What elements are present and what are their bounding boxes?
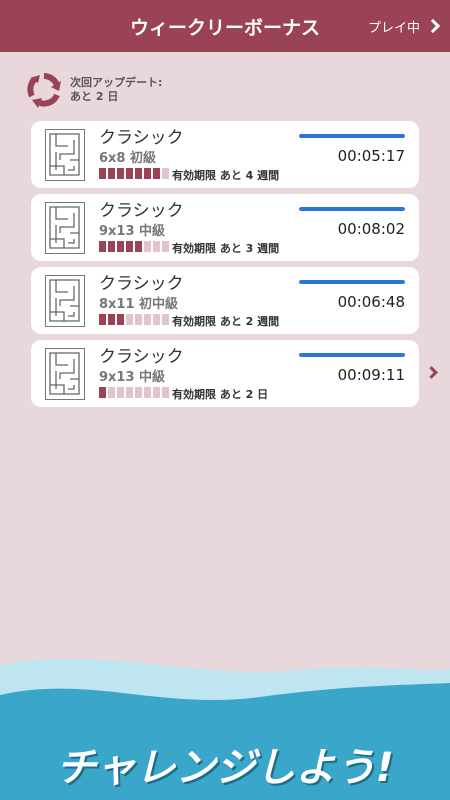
top-bar: ウィークリーボーナス プレイ中 <box>0 0 450 52</box>
expiry-label: 有効期限 あと 4 週間 <box>172 169 280 182</box>
expiry-meter-segment <box>144 314 151 325</box>
expiry-meter <box>99 168 169 179</box>
expiry-meter-segment <box>117 387 124 398</box>
expiry-meter-segment <box>126 168 133 179</box>
expiry-label: 有効期限 あと 2 日 <box>172 388 269 401</box>
elapsed-time: 00:06:48 <box>337 293 405 311</box>
page-title: ウィークリーボーナス <box>129 16 320 39</box>
maze-thumbnail-icon <box>45 275 85 327</box>
expiry-label: 有効期限 あと 2 週間 <box>172 315 280 328</box>
progress-bar <box>299 353 405 357</box>
elapsed-time: 00:09:11 <box>337 366 405 384</box>
expiry-meter-segment <box>135 168 142 179</box>
expiry-meter-segment <box>162 168 169 179</box>
puzzle-size-difficulty: 9x13 中級 <box>99 224 166 239</box>
expiry-meter-segment <box>126 387 133 398</box>
expiry-meter-segment <box>117 168 124 179</box>
expiry-meter-segment <box>99 241 106 252</box>
puzzle-size-difficulty: 9x13 中級 <box>99 370 166 385</box>
next-update-label: 次回アップデート: <box>70 76 163 89</box>
expiry-meter <box>99 241 169 252</box>
playing-label: プレイ中 <box>367 20 420 36</box>
progress-fill <box>299 134 405 138</box>
puzzle-size-difficulty: 6x8 初級 <box>99 151 157 166</box>
expiry-meter-segment <box>99 387 106 398</box>
expiry-meter-segment <box>135 314 142 325</box>
maze-thumbnail-icon <box>45 129 85 181</box>
puzzle-list: クラシック 6x8 初級有効期限 あと 4 週間 00:05:17 クラシック 9x13… <box>31 121 419 413</box>
expiry-meter-segment <box>108 241 115 252</box>
expiry-meter-segment <box>144 387 151 398</box>
expiry-meter-segment <box>108 387 115 398</box>
expiry-meter <box>99 314 169 325</box>
expiry-meter <box>99 387 169 398</box>
progress-fill <box>299 353 405 357</box>
puzzle-title: クラシック <box>99 347 184 367</box>
maze-thumbnail-icon <box>45 348 85 400</box>
expiry-meter-segment <box>126 241 133 252</box>
expiry-meter-segment <box>108 314 115 325</box>
expiry-meter-segment <box>162 241 169 252</box>
expiry-meter-segment <box>153 168 160 179</box>
playing-button[interactable]: プレイ中 <box>367 0 441 52</box>
puzzle-card[interactable]: クラシック 6x8 初級有効期限 あと 4 週間 00:05:17 <box>31 121 419 188</box>
puzzle-size-difficulty: 8x11 初中級 <box>99 297 179 312</box>
progress-bar <box>299 134 405 138</box>
expiry-label: 有効期限 あと 3 週間 <box>172 242 280 255</box>
puzzle-card[interactable]: クラシック 9x13 中級 有効期限 あと 3 週間 00:08:02 <box>31 194 419 261</box>
challenge-banner: チャレンジしよう! <box>56 745 394 791</box>
next-update-info: 次回アップデート: あと 2 日 <box>26 72 162 108</box>
puzzle-title: クラシック <box>99 128 184 148</box>
elapsed-time: 00:05:17 <box>337 147 405 165</box>
expiry-meter-segment <box>144 241 151 252</box>
expiry-meter-segment <box>108 168 115 179</box>
progress-fill <box>299 280 405 284</box>
expiry-meter-segment <box>117 241 124 252</box>
expiry-meter-segment <box>144 168 151 179</box>
puzzle-card[interactable]: クラシック 9x13 中級 有効期限 あと 2 日 00:09:11 <box>31 340 419 407</box>
expiry-meter-segment <box>153 387 160 398</box>
next-update-days: あと 2 日 <box>70 90 119 103</box>
puzzle-title: クラシック <box>99 201 184 221</box>
expiry-meter-segment <box>117 314 124 325</box>
progress-fill <box>299 207 405 211</box>
progress-bar <box>299 280 405 284</box>
expiry-meter-segment <box>126 314 133 325</box>
expiry-meter-segment <box>135 241 142 252</box>
puzzle-title: クラシック <box>99 274 184 294</box>
expiry-meter-segment <box>99 314 106 325</box>
expiry-meter-segment <box>153 241 160 252</box>
chevron-right-icon <box>425 18 441 34</box>
expiry-meter-segment <box>99 168 106 179</box>
expiry-meter-segment <box>153 314 160 325</box>
puzzle-card[interactable]: クラシック 8x11 初中級有効期限 あと 2 週間 00:06:48 <box>31 267 419 334</box>
elapsed-time: 00:08:02 <box>337 220 405 238</box>
chevron-right-icon[interactable] <box>425 366 438 379</box>
progress-bar <box>299 207 405 211</box>
expiry-meter-segment <box>162 387 169 398</box>
refresh-icon <box>27 73 61 108</box>
maze-thumbnail-icon <box>45 202 85 254</box>
expiry-meter-segment <box>135 387 142 398</box>
expiry-meter-segment <box>162 314 169 325</box>
